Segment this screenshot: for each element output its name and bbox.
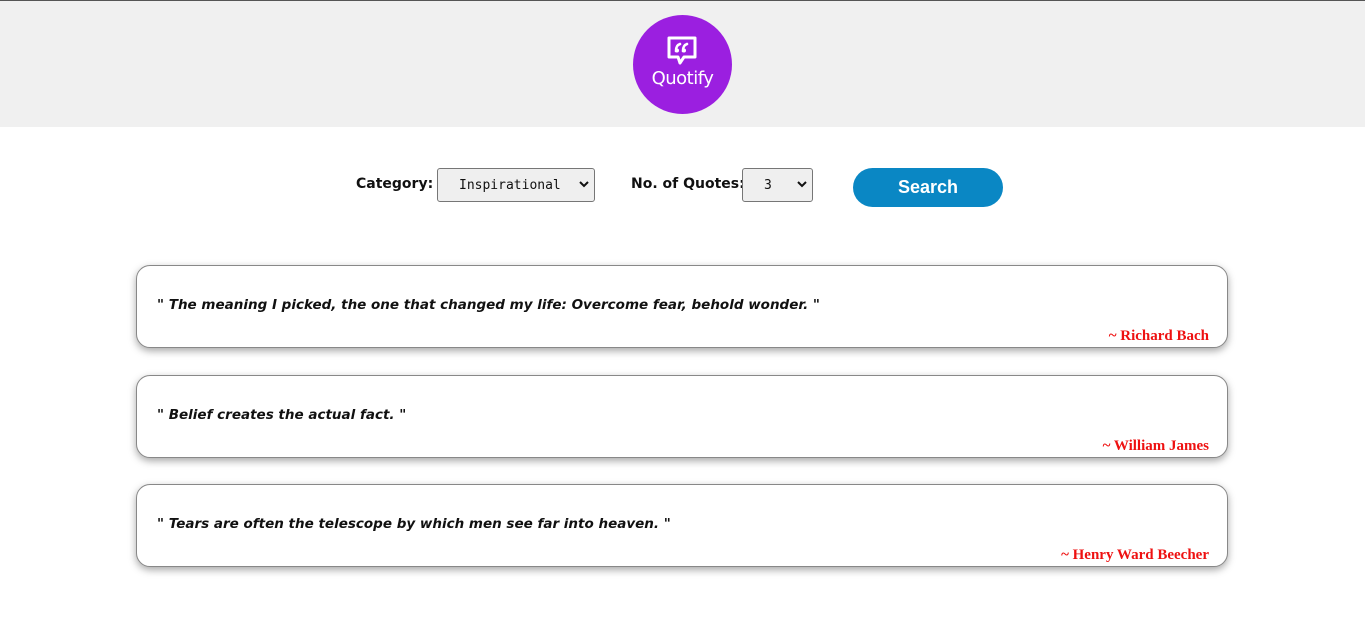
quote-author: ~ Richard Bach	[1108, 328, 1209, 344]
category-select-value: Inspirational	[459, 178, 561, 193]
quote-author: ~ William James	[1102, 438, 1209, 454]
logo-text: Quotify	[651, 68, 714, 89]
quote-card: " The meaning I picked, the one that cha…	[136, 265, 1228, 348]
quote-count-select[interactable]: 3	[742, 168, 813, 202]
quote-text: " The meaning I picked, the one that cha…	[157, 297, 820, 313]
search-button[interactable]: Search	[853, 168, 1003, 207]
quote-count-value: 3	[764, 178, 772, 193]
quote-bubble-icon	[667, 36, 697, 65]
quotify-logo[interactable]: Quotify	[633, 15, 732, 114]
category-select[interactable]: Inspirational	[437, 168, 595, 202]
category-label: Category:	[356, 176, 434, 192]
search-controls: Category: Inspirational No. of Quotes: 3…	[0, 168, 1365, 208]
quote-author: ~ Henry Ward Beecher	[1061, 547, 1209, 563]
chevron-down-icon	[579, 181, 589, 188]
app-header: Quotify	[0, 1, 1365, 127]
chevron-down-icon	[797, 181, 807, 188]
quote-card: " Tears are often the telescope by which…	[136, 484, 1228, 567]
quote-text: " Belief creates the actual fact. "	[157, 407, 407, 423]
quote-count-label: No. of Quotes:	[631, 176, 745, 192]
quote-card: " Belief creates the actual fact. " ~ Wi…	[136, 375, 1228, 458]
quote-text: " Tears are often the telescope by which…	[157, 516, 671, 532]
